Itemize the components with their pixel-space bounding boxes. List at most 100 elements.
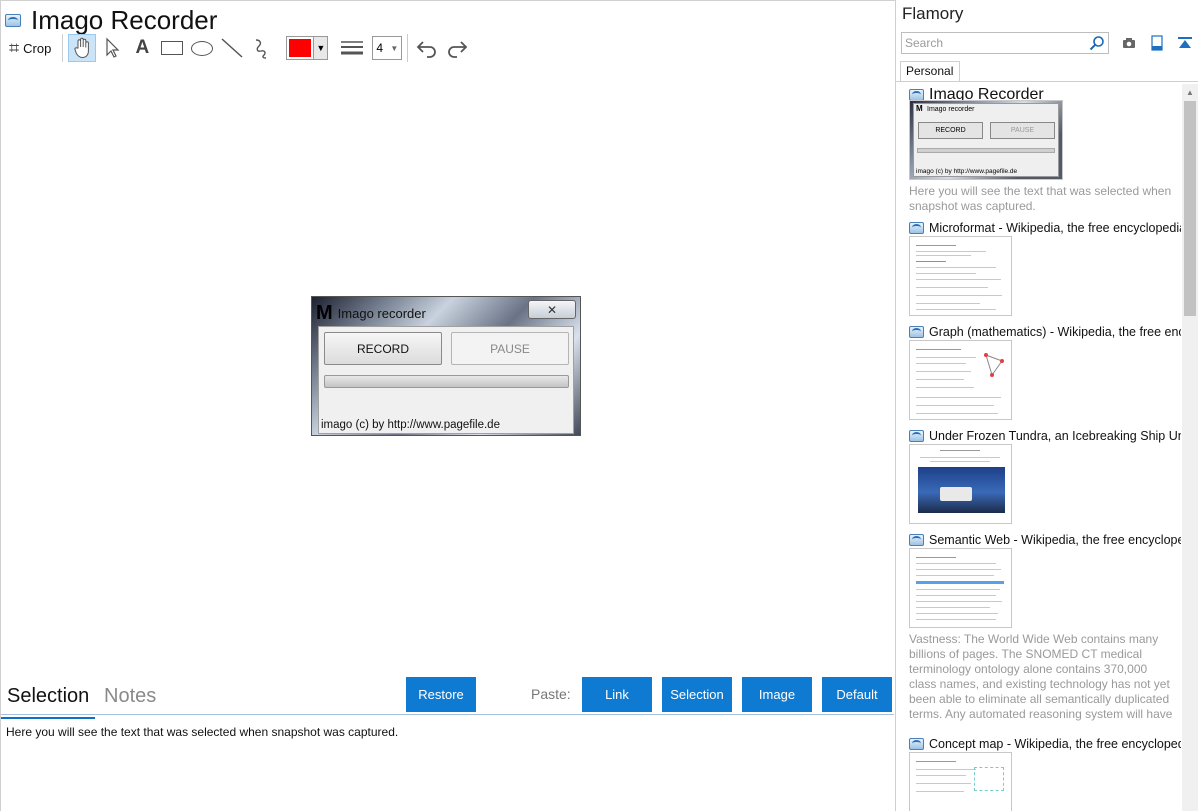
app-icon [909, 222, 924, 234]
pointer-icon [106, 37, 120, 58]
paste-selection-button[interactable]: Selection [662, 677, 732, 712]
tab-notes[interactable]: Notes [104, 685, 156, 708]
list-item-header: Semantic Web - Wikipedia, the free encyc… [909, 533, 1181, 547]
tab-personal[interactable]: Personal [900, 61, 960, 82]
bottom-toolbar: Selection Notes Restore Paste: Link Sele… [0, 677, 894, 719]
list-item-header: Under Frozen Tundra, an Icebreaking Ship… [909, 429, 1181, 443]
thumb-pause: PAUSE [990, 122, 1055, 139]
rectangle-tool-button[interactable] [158, 34, 186, 62]
list-item[interactable]: Graph (mathematics) - Wikipedia, the fre… [909, 325, 1181, 420]
thumb-logo: M [916, 104, 923, 113]
app-icon [909, 534, 924, 546]
pointer-tool-button[interactable] [98, 34, 126, 62]
app-icon [909, 430, 924, 442]
hand-tool-button[interactable] [68, 34, 97, 62]
color-swatch [289, 39, 312, 57]
scrollbar[interactable]: ▲ [1182, 84, 1198, 811]
chevron-down-icon: ▼ [390, 43, 399, 53]
preview-record-button: RECORD [324, 332, 442, 365]
line-width-value: 4 [376, 41, 384, 55]
preview-app-logo: M [316, 301, 333, 324]
hand-icon [74, 37, 90, 59]
list-item-thumbnail[interactable] [909, 444, 1012, 524]
crop-label: Crop [23, 40, 52, 56]
line-icon [221, 38, 243, 58]
thumbnail-photo [918, 467, 1005, 513]
list-item-header: Concept map - Wikipedia, the free encycl… [909, 737, 1181, 751]
thumb-record: RECORD [918, 122, 983, 139]
toolbar-separator [407, 34, 409, 62]
color-picker[interactable]: ▼ [286, 36, 329, 60]
ellipse-tool-button[interactable] [188, 34, 216, 62]
list-item-title: Microformat - Wikipedia, the free encycl… [929, 221, 1181, 235]
list-item[interactable]: Microformat - Wikipedia, the free encycl… [909, 221, 1181, 316]
list-item-thumbnail[interactable] [909, 752, 1012, 811]
search-placeholder: Search [905, 36, 944, 50]
title-row: Imago Recorder [5, 5, 217, 35]
chevron-down-icon: ▼ [313, 37, 328, 59]
line-width-icon [341, 41, 364, 55]
chevron-up-icon[interactable]: ▲ [1182, 84, 1198, 100]
preview-body: RECORD PAUSE imago (c) by http://www.pag… [318, 326, 574, 434]
text-icon: A [135, 37, 150, 58]
list-item-thumbnail[interactable] [909, 548, 1012, 628]
search-input[interactable]: Search [901, 32, 1109, 54]
crop-button[interactable]: ⌗ Crop [5, 34, 55, 62]
paste-link-button[interactable]: Link [582, 677, 652, 712]
snapshot-list: Imago Recorder M Imago recorder RECORD P… [896, 84, 1182, 811]
freehand-icon [256, 39, 267, 59]
paste-default-button[interactable]: Default [822, 677, 892, 712]
toolbar: ⌗ Crop A ▼ 4 ▼ [5, 33, 473, 63]
thumb-status: imago (c) by http://www.pagefile.de [916, 168, 1018, 175]
list-item-title: Graph (mathematics) - Wikipedia, the fre… [929, 325, 1181, 339]
list-item-thumbnail[interactable] [909, 340, 1012, 420]
preview-window-title: Imago recorder [337, 305, 426, 321]
toolbar-separator [62, 34, 64, 62]
list-item-thumbnail[interactable]: M Imago recorder RECORD PAUSE imago (c) … [909, 100, 1063, 180]
thumb-window: M Imago recorder RECORD PAUSE imago (c) … [913, 103, 1059, 177]
list-item-title: Semantic Web - Wikipedia, the free encyc… [929, 533, 1181, 547]
flamory-sidebar: Flamory Search Personal Imago Recorder M… [895, 0, 1198, 811]
freehand-tool-button[interactable] [248, 34, 276, 62]
tab-selection[interactable]: Selection [0, 685, 96, 719]
list-item-header: Microformat - Wikipedia, the free encycl… [909, 221, 1181, 235]
list-item-note: Here you will see the text that was sele… [909, 184, 1172, 213]
app-icon [909, 326, 924, 338]
page-title: Imago Recorder [31, 5, 218, 35]
close-icon: ✕ [528, 300, 576, 319]
list-item-header: Graph (mathematics) - Wikipedia, the fre… [909, 325, 1181, 339]
snapshot-image: M Imago recorder ✕ RECORD PAUSE imago (c… [311, 296, 581, 436]
redo-icon [448, 41, 468, 58]
search-icon[interactable] [1089, 35, 1105, 51]
thumb-progress [917, 148, 1055, 153]
list-item-thumbnail[interactable] [909, 236, 1012, 316]
preview-titlebar: M Imago recorder ✕ [316, 300, 576, 326]
preview-status-text: imago (c) by http://www.pagefile.de [321, 419, 500, 431]
redo-button[interactable] [443, 34, 471, 62]
crop-icon: ⌗ [9, 37, 20, 58]
tab-divider [896, 81, 1198, 82]
rectangle-icon [161, 41, 184, 55]
document-icon[interactable] [1148, 34, 1166, 52]
scrollbar-thumb[interactable] [1184, 101, 1196, 316]
undo-icon [417, 41, 437, 58]
pin-icon[interactable] [1176, 34, 1194, 52]
list-item[interactable]: Under Frozen Tundra, an Icebreaking Ship… [909, 429, 1181, 524]
paste-label: Paste: [531, 686, 571, 702]
preview-progress-bar [324, 375, 569, 388]
app-icon [5, 13, 21, 27]
list-item-note: Vastness: The World Wide Web contains ma… [909, 632, 1173, 724]
paste-image-button[interactable]: Image [742, 677, 812, 712]
list-item[interactable]: Imago Recorder M Imago recorder RECORD P… [909, 86, 1181, 214]
list-item[interactable]: Concept map - Wikipedia, the free encycl… [909, 737, 1181, 811]
text-tool-button[interactable]: A [128, 34, 156, 62]
list-item[interactable]: Semantic Web - Wikipedia, the free encyc… [909, 533, 1181, 724]
line-tool-button[interactable] [218, 34, 246, 62]
line-width-button[interactable] [338, 34, 366, 62]
undo-button[interactable] [413, 34, 441, 62]
line-width-select[interactable]: 4 ▼ [372, 36, 403, 60]
camera-icon[interactable] [1120, 34, 1138, 52]
ellipse-icon [191, 40, 214, 56]
restore-button[interactable]: Restore [406, 677, 476, 712]
selection-text: Here you will see the text that was sele… [6, 725, 399, 739]
